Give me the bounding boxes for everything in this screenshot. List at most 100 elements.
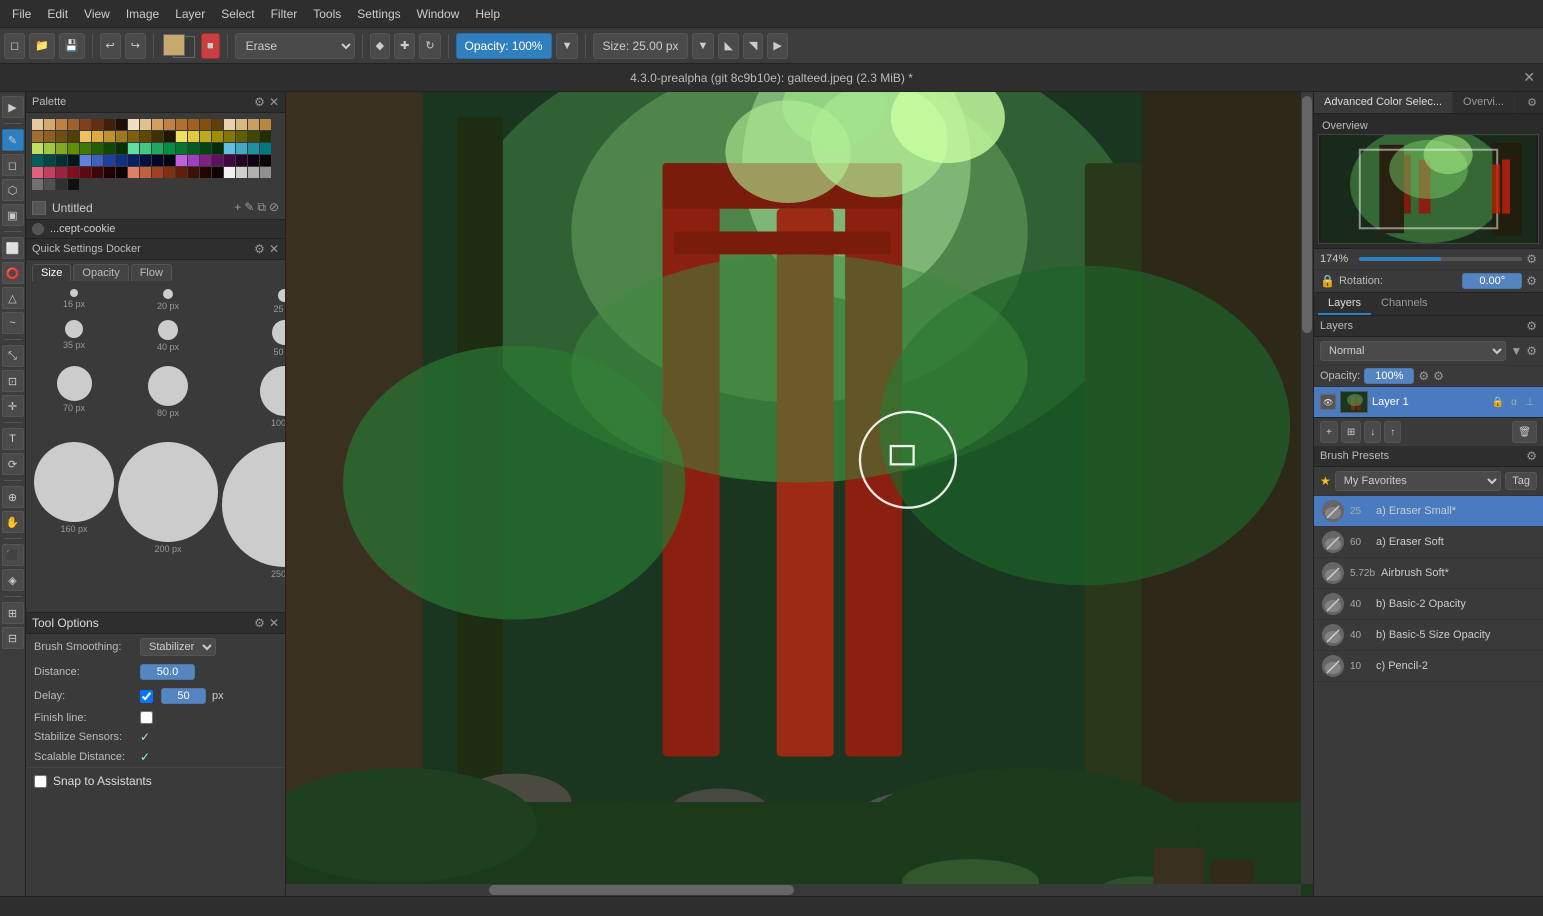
palette-swatch[interactable]	[92, 131, 103, 142]
palette-swatch[interactable]	[164, 119, 175, 130]
palette-swatch[interactable]	[176, 131, 187, 142]
palette-swatch[interactable]	[56, 119, 67, 130]
tool-option-1[interactable]: ◆	[370, 33, 390, 59]
brush-size-item[interactable]: 40 px	[118, 320, 218, 362]
palette-swatch[interactable]	[260, 131, 271, 142]
palette-swatch[interactable]	[68, 131, 79, 142]
brush-size-item[interactable]: 35 px	[34, 320, 114, 362]
menu-settings[interactable]: Settings	[349, 5, 408, 23]
right-panel-settings-icon[interactable]: ⚙	[1521, 92, 1543, 113]
tool-freehand-select[interactable]: ~	[2, 312, 24, 334]
menu-layer[interactable]: Layer	[167, 5, 213, 23]
finish-line-checkbox[interactable]	[140, 711, 153, 724]
tab-overview[interactable]: Overvi...	[1453, 92, 1515, 113]
menu-image[interactable]: Image	[118, 5, 167, 23]
doc-delete-icon[interactable]: ⊘	[269, 200, 279, 215]
palette-swatch[interactable]	[164, 131, 175, 142]
palette-swatch[interactable]	[44, 143, 55, 154]
palette-swatch[interactable]	[140, 167, 151, 178]
blend-filter-icon[interactable]: ▼	[1510, 344, 1522, 358]
tab-advanced-color[interactable]: Advanced Color Selec...	[1314, 92, 1453, 113]
tool-poly-select[interactable]: △	[2, 287, 24, 309]
canvas-scroll-thumb-h[interactable]	[489, 885, 794, 895]
tool-move[interactable]: ✛	[2, 395, 24, 417]
palette-swatch[interactable]	[68, 179, 79, 190]
palette-swatch[interactable]	[80, 143, 91, 154]
brush-size-item[interactable]: 70 px	[34, 366, 114, 438]
tool-path[interactable]: ⟳	[2, 453, 24, 475]
palette-swatch[interactable]	[92, 143, 103, 154]
tab-channels[interactable]: Channels	[1371, 293, 1437, 315]
palette-swatch[interactable]	[248, 155, 259, 166]
tab-close-button[interactable]: ✕	[1523, 69, 1535, 86]
palette-swatch[interactable]	[236, 155, 247, 166]
palette-swatch[interactable]	[116, 143, 127, 154]
palette-swatch[interactable]	[200, 167, 211, 178]
favorites-select[interactable]: My Favorites	[1335, 471, 1501, 491]
palette-swatch[interactable]	[212, 167, 223, 178]
distance-input[interactable]	[140, 664, 195, 680]
tool-color-picker[interactable]: ⬛	[2, 544, 24, 566]
tool-assistant[interactable]: ⊞	[2, 602, 24, 624]
tool-eraser[interactable]: ◻	[2, 154, 24, 176]
brush-size-item[interactable]: 20 px	[118, 289, 218, 316]
palette-swatch[interactable]	[224, 119, 235, 130]
menu-help[interactable]: Help	[467, 5, 508, 23]
palette-swatch[interactable]	[128, 131, 139, 142]
palette-swatch[interactable]	[116, 119, 127, 130]
palette-swatch[interactable]	[224, 131, 235, 142]
palette-swatch[interactable]	[164, 143, 175, 154]
tool-measure[interactable]: ⊟	[2, 627, 24, 649]
palette-swatch[interactable]	[80, 119, 91, 130]
menu-file[interactable]: File	[4, 5, 39, 23]
move-layer-down-button[interactable]: ↓	[1364, 421, 1381, 443]
size-button[interactable]: Size: 25.00 px	[593, 33, 687, 59]
brush-size-item[interactable]: 200 px	[118, 442, 218, 604]
palette-close-icon[interactable]: ✕	[269, 95, 279, 109]
tool-rect-select[interactable]: ⬜	[2, 237, 24, 259]
brush-list-item[interactable]: 5.72bAirbrush Soft*	[1314, 558, 1543, 589]
palette-swatch[interactable]	[92, 155, 103, 166]
layers-settings-icon[interactable]: ⚙	[1526, 319, 1537, 333]
brush-list-item[interactable]: 40b) Basic-5 Size Opacity	[1314, 620, 1543, 651]
add-layer-button[interactable]: +	[1320, 421, 1338, 443]
menu-view[interactable]: View	[76, 5, 118, 23]
palette-swatch[interactable]	[152, 155, 163, 166]
palette-swatch[interactable]	[80, 155, 91, 166]
palette-swatch[interactable]	[32, 155, 43, 166]
palette-swatch[interactable]	[260, 119, 271, 130]
palette-swatch[interactable]	[116, 167, 127, 178]
brush-size-item[interactable]: 250 px	[222, 442, 285, 604]
layer-row[interactable]: 👁 Layer 1 🔒 α ⊥	[1314, 387, 1543, 417]
palette-swatch[interactable]	[128, 119, 139, 130]
palette-swatch[interactable]	[140, 143, 151, 154]
redo-button[interactable]: ↪	[125, 33, 146, 59]
undo-button[interactable]: ↩	[100, 33, 121, 59]
palette-swatch[interactable]	[56, 131, 67, 142]
palette-swatch[interactable]	[116, 131, 127, 142]
brush-smoothing-select[interactable]: Stabilizer	[140, 638, 216, 656]
palette-swatch[interactable]	[104, 131, 115, 142]
palette-swatch[interactable]	[56, 179, 67, 190]
delay-input[interactable]	[161, 688, 206, 704]
palette-swatch[interactable]	[140, 131, 151, 142]
palette-swatch[interactable]	[200, 143, 211, 154]
palette-swatch[interactable]	[236, 143, 247, 154]
brush-size-item[interactable]: 16 px	[34, 289, 114, 316]
palette-swatch[interactable]	[128, 143, 139, 154]
palette-swatch[interactable]	[44, 179, 55, 190]
palette-swatch[interactable]	[92, 167, 103, 178]
palette-swatch[interactable]	[140, 119, 151, 130]
palette-swatch[interactable]	[32, 143, 43, 154]
tab-flow[interactable]: Flow	[131, 264, 172, 281]
palette-swatch[interactable]	[152, 167, 163, 178]
palette-swatch[interactable]	[188, 131, 199, 142]
palette-swatch[interactable]	[44, 167, 55, 178]
palette-swatch[interactable]	[68, 119, 79, 130]
palette-swatch[interactable]	[104, 143, 115, 154]
mirror-v[interactable]: ◥	[743, 33, 763, 59]
tool-fill[interactable]: ⬡	[2, 179, 24, 201]
brush-list-item[interactable]: 40b) Basic-2 Opacity	[1314, 589, 1543, 620]
palette-swatch[interactable]	[32, 131, 43, 142]
palette-swatch[interactable]	[32, 179, 43, 190]
